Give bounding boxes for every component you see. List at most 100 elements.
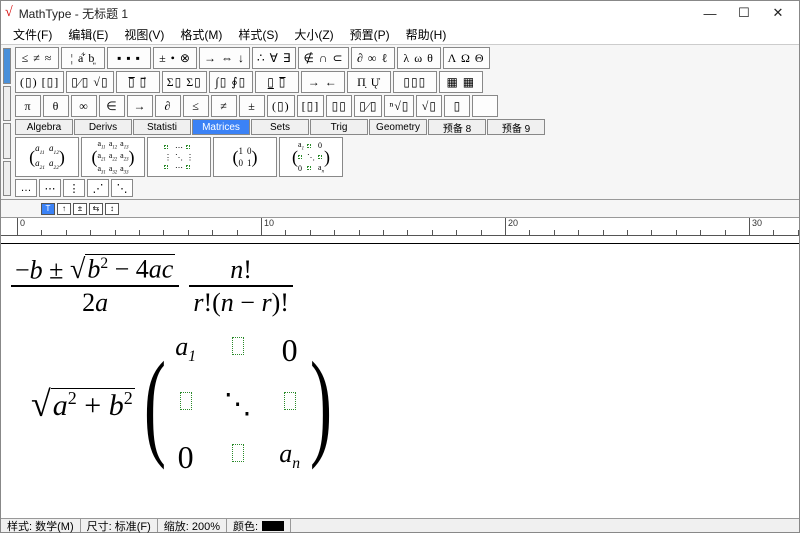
- palette-diag-3x3[interactable]: ( a10 ⋱ 0an ): [279, 137, 343, 177]
- menu-file[interactable]: 文件(F): [7, 26, 58, 43]
- sym-rightarrow[interactable]: →: [127, 95, 153, 117]
- toolbar-area: ≤ ≠ ≈ ¦ a͋ b͈ ▪ ▪ ▪ ± • ⊗ → ⇔ ↓ ∴ ∀ ∃ ∉ …: [1, 45, 799, 200]
- sym-element[interactable]: ∈: [99, 95, 125, 117]
- tab-matrices[interactable]: Matrices: [192, 119, 250, 135]
- dots-v[interactable]: ⋮: [63, 179, 85, 197]
- tmpl-matrices[interactable]: ▯▯▯: [393, 71, 437, 93]
- sym-lte[interactable]: ≤: [183, 95, 209, 117]
- dots-low[interactable]: …: [15, 179, 37, 197]
- sym-pi[interactable]: π: [15, 95, 41, 117]
- tmpl-products[interactable]: Π̣ Ų̇: [347, 71, 391, 93]
- tmpl-sqrt[interactable]: √▯: [416, 95, 442, 117]
- tmpl-bracket[interactable]: [▯]: [297, 95, 325, 117]
- tab-derivs[interactable]: Derivs: [74, 119, 132, 135]
- tmpl-paren[interactable]: (▯): [267, 95, 295, 117]
- menu-size[interactable]: 大小(Z): [288, 26, 339, 43]
- tmpl-empty[interactable]: [472, 95, 498, 117]
- menu-prefs[interactable]: 预置(P): [344, 26, 396, 43]
- app-name: MathType: [19, 7, 72, 21]
- tmpl-frac[interactable]: ▯⁄▯: [354, 95, 382, 117]
- tab-algebra[interactable]: Algebra: [15, 119, 73, 135]
- tab-preset-9[interactable]: 预备 9: [487, 119, 545, 135]
- close-button[interactable]: ✕: [761, 2, 795, 24]
- tabstop-left[interactable]: T: [41, 203, 55, 215]
- doc-title: 无标题 1: [82, 7, 128, 21]
- palette-identity-2x2[interactable]: ( 10 01 ): [213, 137, 277, 177]
- window-controls: — ☐ ✕: [693, 2, 795, 24]
- sym-neq[interactable]: ≠: [211, 95, 237, 117]
- quadratic-formula[interactable]: −b ± √ b2 − 4ac 2a: [11, 254, 179, 318]
- menu-style[interactable]: 样式(S): [232, 26, 284, 43]
- tmpl-slot[interactable]: ▯: [444, 95, 470, 117]
- tabstop-relational[interactable]: ⇆: [89, 203, 103, 215]
- menu-edit[interactable]: 编辑(E): [62, 26, 114, 43]
- dots-palette: … ⋯ ⋮ ⋰ ⋱: [15, 179, 797, 197]
- palette-paren-3x3-a[interactable]: ( a11a12a13 a21a22a23 a31a32a33 ): [81, 137, 145, 177]
- canvas-separator: [1, 243, 799, 244]
- sym-misc[interactable]: ∂ ∞ ℓ: [351, 47, 395, 69]
- tmpl-sup[interactable]: ▯▯: [326, 95, 352, 117]
- tmpl-fences[interactable]: (▯) [▯]: [15, 71, 64, 93]
- tab-geometry[interactable]: Geometry: [369, 119, 427, 135]
- dots-down-diag[interactable]: ⋱: [111, 179, 133, 197]
- combination-formula[interactable]: n! r!(n − r)!: [189, 254, 293, 318]
- app-logo-icon: √: [5, 5, 13, 21]
- sym-arrows[interactable]: → ⇔ ↓: [199, 47, 250, 69]
- status-style[interactable]: 样式: 数学(M): [1, 519, 81, 532]
- status-size[interactable]: 尺寸: 标准(F): [81, 519, 158, 532]
- template-row-1: (▯) [▯] ▯⁄▯ √▯ ▯̅ ▯⃗ Σ▯ Σ▯ ∫▯ ∮▯ ▯̲ ▯̅ →…: [15, 71, 797, 93]
- matrix-slot[interactable]: [232, 444, 244, 462]
- ruler[interactable]: 0 10 20 30: [1, 218, 799, 236]
- tmpl-sum[interactable]: Σ▯ Σ▯: [162, 71, 207, 93]
- tmpl-nroot[interactable]: ⁿ√▯: [384, 95, 414, 117]
- minimize-button[interactable]: —: [693, 2, 727, 24]
- tabstop-center[interactable]: ↑: [57, 203, 71, 215]
- tab-trig[interactable]: Trig: [310, 119, 368, 135]
- pythagoras-sqrt[interactable]: √ a2 + b2: [31, 386, 135, 422]
- sym-theta[interactable]: θ: [43, 95, 69, 117]
- sym-spaces[interactable]: ¦ a͋ b͈: [61, 47, 105, 69]
- tmpl-overbar[interactable]: ▯̲ ▯̅: [255, 71, 299, 93]
- status-zoom[interactable]: 缩放: 200%: [158, 519, 227, 532]
- toolbar-grip: [3, 47, 11, 197]
- title-bar: √ MathType - 无标题 1 — ☐ ✕: [1, 1, 799, 25]
- menu-help[interactable]: 帮助(H): [400, 26, 453, 43]
- tab-statistics[interactable]: Statisti: [133, 119, 191, 135]
- tmpl-boxes[interactable]: ▦ ▦: [439, 71, 483, 93]
- sym-set[interactable]: ∉ ∩ ⊂: [298, 47, 348, 69]
- status-color[interactable]: 颜色:: [227, 519, 291, 532]
- sym-relational[interactable]: ≤ ≠ ≈: [15, 47, 59, 69]
- equation-line-1: −b ± √ b2 − 4ac 2a n! r!(n − r)!: [11, 254, 799, 318]
- tab-sets[interactable]: Sets: [251, 119, 309, 135]
- matrix-slot[interactable]: [232, 337, 244, 355]
- menu-format[interactable]: 格式(M): [174, 26, 228, 43]
- matrix-palette: ( a11a12 a21a22 ) ( a11a12a13 a21a22a23 …: [15, 137, 797, 177]
- tmpl-integral[interactable]: ∫▯ ∮▯: [209, 71, 253, 93]
- sym-infinity[interactable]: ∞: [71, 95, 97, 117]
- sym-logical[interactable]: ∴ ∀ ∃: [252, 47, 296, 69]
- tabstop-right[interactable]: ±: [73, 203, 87, 215]
- sym-greek-lower[interactable]: λ ω θ: [397, 47, 441, 69]
- sym-greek-upper[interactable]: Λ Ω Θ: [443, 47, 490, 69]
- maximize-button[interactable]: ☐: [727, 2, 761, 24]
- equation-canvas[interactable]: −b ± √ b2 − 4ac 2a n! r!(n − r)! √ a2 + …: [1, 241, 799, 518]
- palette-3x3-slots[interactable]: ⋯ ⋮⋱⋮ ⋯: [147, 137, 211, 177]
- tab-preset-8[interactable]: 预备 8: [428, 119, 486, 135]
- ruler-tick-10: 10: [261, 218, 274, 236]
- diagonal-matrix[interactable]: a1 0 ⋱ 0 an: [163, 332, 313, 476]
- sym-operators[interactable]: ± • ⊗: [153, 47, 197, 69]
- matrix-slot[interactable]: [284, 392, 296, 410]
- palette-paren-2x2-a[interactable]: ( a11a12 a21a22 ): [15, 137, 79, 177]
- dots-up-diag[interactable]: ⋰: [87, 179, 109, 197]
- tmpl-labeled-arrow[interactable]: → ←: [301, 71, 345, 93]
- dots-h[interactable]: ⋯: [39, 179, 61, 197]
- small-symbol-row: π θ ∞ ∈ → ∂ ≤ ≠ ± (▯) [▯] ▯▯ ▯⁄▯ ⁿ√▯ √▯ …: [15, 95, 797, 117]
- matrix-slot[interactable]: [180, 392, 192, 410]
- sym-pm[interactable]: ±: [239, 95, 265, 117]
- menu-view[interactable]: 视图(V): [118, 26, 170, 43]
- tmpl-subscript[interactable]: ▯̅ ▯⃗: [116, 71, 160, 93]
- tabstop-decimal[interactable]: ↕: [105, 203, 119, 215]
- sym-partial[interactable]: ∂: [155, 95, 181, 117]
- tmpl-frac-radical[interactable]: ▯⁄▯ √▯: [66, 71, 113, 93]
- sym-embellish[interactable]: ▪ ▪ ▪: [107, 47, 151, 69]
